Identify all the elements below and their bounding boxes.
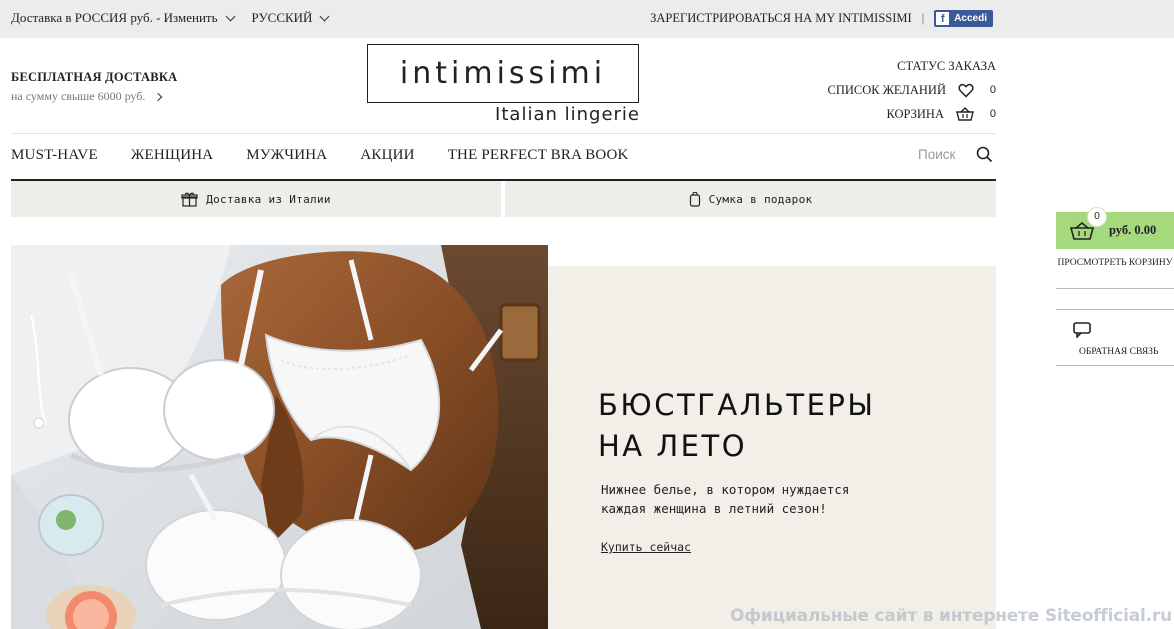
gift-icon: [181, 192, 198, 207]
order-status-link[interactable]: СТАТУС ЗАКАЗА: [897, 59, 996, 74]
feedback-label: ОБРАТНАЯ СВЯЗЬ: [1079, 347, 1159, 357]
feedback-link[interactable]: ОБРАТНАЯ СВЯЗЬ: [1056, 322, 1174, 357]
nav-item-must-have[interactable]: MUST-HAVE: [11, 147, 98, 164]
account-links: СТАТУС ЗАКАЗА СПИСОК ЖЕЛАНИЙ 0 КОРЗИНА 0: [828, 54, 996, 126]
free-shipping-banner[interactable]: БЕСПЛАТНАЯ ДОСТАВКА на сумму свыше 6000 …: [11, 70, 177, 104]
view-cart-link[interactable]: ПРОСМОТРЕТЬ КОРЗИНУ: [1056, 258, 1174, 268]
divider: [1056, 309, 1174, 310]
facebook-login-button[interactable]: f Accedi: [934, 10, 993, 27]
cart-count-badge: 0: [1087, 207, 1107, 227]
search-input[interactable]: [918, 147, 966, 162]
free-shipping-title: БЕСПЛАТНАЯ ДОСТАВКА: [11, 70, 178, 84]
wishlist-label: СПИСОК ЖЕЛАНИЙ: [827, 82, 946, 97]
cart-count: 0: [989, 108, 996, 120]
chevron-right-icon: [154, 92, 163, 101]
logo-tagline: Italian lingerie: [495, 104, 640, 125]
logo-wordmark: intimissimi: [399, 56, 607, 91]
cart-link[interactable]: КОРЗИНА 0: [828, 102, 996, 126]
main-nav: MUST-HAVE ЖЕНЩИНА МУЖЧИНА АКЦИИ THE PERF…: [11, 147, 662, 164]
bag-icon: [689, 191, 700, 207]
register-link[interactable]: ЗАРЕГИСТРИРОВАТЬСЯ НА MY INTIMISSIMI: [650, 11, 912, 26]
basket-icon: [956, 107, 974, 121]
divider: |: [921, 11, 925, 25]
divider: [1056, 365, 1174, 366]
hero-photo-illustration: [11, 245, 548, 629]
hero-title-line2: НА ЛЕТО: [598, 429, 748, 463]
chevron-down-icon[interactable]: [225, 11, 235, 21]
hero-description-line1: Нижнее белье, в котором нуждается: [601, 482, 850, 497]
wishlist-link[interactable]: СПИСОК ЖЕЛАНИЙ 0: [828, 78, 996, 102]
facebook-icon: f: [936, 12, 950, 25]
delivery-country-link[interactable]: Доставка в РОССИЯ руб. - Изменить: [11, 10, 218, 26]
cart-label: КОРЗИНА: [886, 106, 944, 121]
promo-delivery-label: Доставка из Италии: [206, 192, 331, 206]
search-box: [918, 146, 993, 163]
logo[interactable]: intimissimi: [367, 44, 639, 103]
floating-cart[interactable]: 0 руб. 0.00: [1056, 207, 1174, 249]
watermark: Официальные сайт в интернете Siteofficia…: [729, 606, 1172, 626]
promo-gift-label: Сумка в подарок: [708, 192, 813, 206]
nav-item-sales[interactable]: АКЦИИ: [360, 147, 414, 164]
chat-icon: [1073, 322, 1091, 339]
facebook-login-label: Accedi: [954, 13, 987, 24]
hero-image[interactable]: [11, 245, 548, 629]
cart-total: руб. 0.00: [1109, 223, 1157, 237]
shop-now-link[interactable]: Купить сейчас: [601, 540, 691, 554]
hero-title: БЮСТГАЛЬТЕРЫ НА ЛЕТО: [598, 385, 948, 467]
hero-description-line2: каждая женщина в летний сезон!: [601, 501, 827, 516]
free-shipping-subtitle: на сумму свыше 6000 руб.: [11, 89, 146, 103]
divider: [1056, 288, 1174, 289]
nav-item-men[interactable]: МУЖЧИНА: [246, 147, 327, 164]
chevron-down-icon[interactable]: [320, 11, 330, 21]
nav-item-bra-book[interactable]: THE PERFECT BRA BOOK: [448, 147, 629, 164]
search-icon[interactable]: [976, 146, 993, 163]
locale-selector: Доставка в РОССИЯ руб. - Изменить РУССКИ…: [11, 10, 330, 26]
hero-description: Нижнее белье, в котором нуждается каждая…: [601, 480, 901, 518]
wishlist-count: 0: [989, 84, 996, 96]
language-selector[interactable]: РУССКИЙ: [252, 10, 313, 26]
nav-item-women[interactable]: ЖЕНЩИНА: [131, 147, 213, 164]
divider: [11, 133, 996, 134]
heart-icon: [958, 83, 974, 98]
top-bar: Доставка в РОССИЯ руб. - Изменить РУССКИ…: [0, 0, 1174, 38]
hero-title-line1: БЮСТГАЛЬТЕРЫ: [598, 388, 876, 422]
promo-gift-bag[interactable]: Сумка в подарок: [505, 181, 996, 217]
promo-delivery-italy[interactable]: Доставка из Италии: [11, 181, 501, 217]
